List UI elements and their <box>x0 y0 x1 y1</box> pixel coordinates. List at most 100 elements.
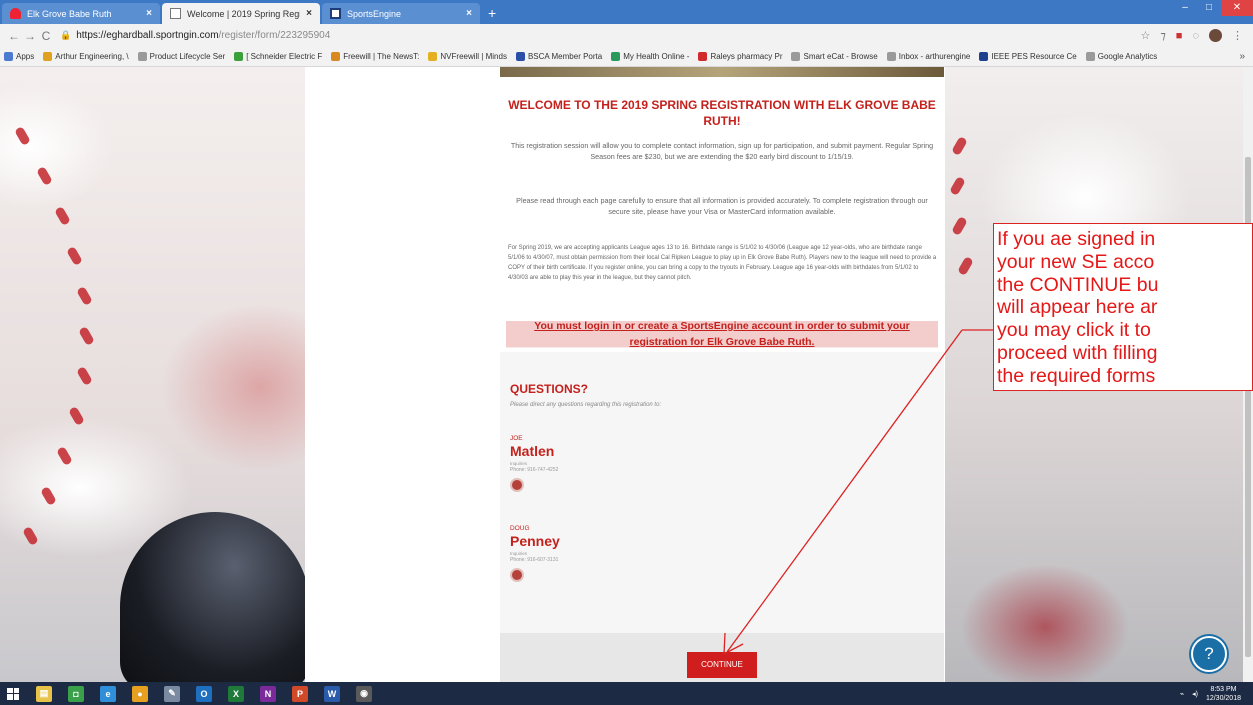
email-icon[interactable] <box>510 568 524 582</box>
taskbar-outlook-icon[interactable]: O <box>190 682 218 705</box>
bookmark-item[interactable]: Inbox - arthurengine <box>886 52 971 61</box>
bookmark-favicon-icon <box>791 52 801 61</box>
reload-icon[interactable]: C <box>38 29 54 43</box>
bookmark-favicon-icon <box>886 52 896 61</box>
tab-close-icon[interactable]: × <box>466 8 472 19</box>
window-controls: – □ ✕ <box>1173 0 1253 16</box>
url-input[interactable]: 🔒 https://eghardball.sportngin.com/regis… <box>60 30 1140 41</box>
bookmark-favicon-icon <box>137 52 147 61</box>
bookmark-item[interactable]: Product Lifecycle Ser <box>137 52 226 61</box>
bookmark-label: Apps <box>16 52 35 61</box>
bookmark-favicon-icon <box>428 52 438 61</box>
bookmark-favicon-icon <box>698 52 708 61</box>
bookmarks-overflow-button[interactable]: » <box>1239 51 1245 62</box>
bookmark-item[interactable]: My Health Online - <box>611 52 689 61</box>
continue-button[interactable]: CONTINUE <box>687 652 757 678</box>
extension-icon[interactable]: ⁊ <box>1160 29 1165 42</box>
outlook-icon: O <box>196 685 212 702</box>
help-button[interactable]: ? <box>1191 636 1227 672</box>
paint-icon: ✎ <box>164 685 180 702</box>
page-title: WELCOME TO THE 2019 SPRING REGISTRATION … <box>508 98 936 128</box>
contact-first-name: DOUG <box>510 525 530 532</box>
bookmark-favicon-icon <box>234 52 244 61</box>
bookmark-item[interactable]: Google Analytics <box>1085 52 1158 61</box>
instructions-text: Please read through each page carefully … <box>516 196 928 216</box>
clock[interactable]: 8:53 PM 12/30/2018 <box>1206 685 1241 703</box>
bookmark-item[interactable]: Apps <box>4 52 34 61</box>
windows-taskbar: ▤ ◘ e ● ✎ O X N P W ◉ ⌁ ◂) 8:53 PM 12/30/2018 <box>0 682 1253 705</box>
network-icon[interactable]: ⌁ <box>1180 690 1184 698</box>
store-icon: ◘ <box>68 685 84 702</box>
tab-title: SportsEngine <box>347 8 402 19</box>
address-bar: ← → C 🔒 https://eghardball.sportngin.com… <box>0 24 1253 47</box>
bookmark-label: Freewill | The NewsT: <box>343 52 420 61</box>
extension-icon[interactable]: ■ <box>1176 30 1183 42</box>
word-icon: W <box>324 685 340 702</box>
extension-icon[interactable]: ◌ <box>1192 30 1199 42</box>
browser-tab-strip: Elk Grove Babe Ruth × Welcome | 2019 Spr… <box>0 0 1253 24</box>
forward-arrow-icon[interactable]: → <box>22 29 38 43</box>
bookmark-item[interactable]: Freewill | The NewsT: <box>331 52 419 61</box>
taskbar-excel-icon[interactable]: X <box>222 682 250 705</box>
contact-role: Inquiries <box>510 461 528 466</box>
annotation-callout: If you ae signed in your new SE acco the… <box>993 223 1253 391</box>
bookmark-label: My Health Online - <box>623 52 690 61</box>
camera-icon: ◉ <box>356 685 372 702</box>
bookmark-label: NVFreewill | Minds <box>440 52 507 61</box>
taskbar-powerpoint-icon[interactable]: P <box>286 682 314 705</box>
start-button[interactable] <box>0 682 26 705</box>
profile-avatar-icon[interactable] <box>1209 29 1222 42</box>
onenote-icon: N <box>260 685 276 702</box>
internet-explorer-icon: e <box>100 685 116 702</box>
contact-role: Inquiries <box>510 551 528 556</box>
tab-close-icon[interactable]: × <box>146 8 152 19</box>
tab-elk-grove-babe-ruth[interactable]: Elk Grove Babe Ruth × <box>2 3 160 24</box>
url-host: https://eghardball.sportngin.com <box>76 30 219 41</box>
taskbar-file-explorer-icon[interactable]: ▤ <box>30 682 58 705</box>
bookmark-label: Google Analytics <box>1097 52 1158 61</box>
new-tab-button[interactable]: + <box>488 3 496 24</box>
sportsengine-icon <box>330 8 341 19</box>
eligibility-text: For Spring 2019, we are accepting applic… <box>508 245 937 281</box>
taskbar-onenote-icon[interactable]: N <box>254 682 282 705</box>
tab-welcome-registration[interactable]: Welcome | 2019 Spring Registra × <box>162 3 320 24</box>
clock-time: 8:53 PM <box>1210 685 1237 693</box>
bookmark-item[interactable]: IEEE PES Resource Ce <box>979 52 1077 61</box>
bookmark-item[interactable]: Smart eCat - Browse <box>791 52 878 61</box>
bookmark-favicon-icon <box>611 52 621 61</box>
bookmark-favicon-icon <box>1085 52 1095 61</box>
taskbar-store-icon[interactable]: ◘ <box>62 682 90 705</box>
powerpoint-icon: P <box>292 685 308 702</box>
volume-icon[interactable]: ◂) <box>1192 690 1198 698</box>
bookmark-item[interactable]: [ Schneider Electric F <box>234 52 322 61</box>
bookmark-label: [ Schneider Electric F <box>246 52 323 61</box>
taskbar-word-icon[interactable]: W <box>318 682 346 705</box>
email-icon[interactable] <box>510 478 524 492</box>
back-arrow-icon[interactable]: ← <box>6 29 22 43</box>
bookmark-item[interactable]: NVFreewill | Minds <box>428 52 507 61</box>
menu-kebab-icon[interactable]: ⋮ <box>1232 29 1243 42</box>
tab-close-icon[interactable]: × <box>306 8 312 19</box>
file-explorer-icon: ▤ <box>36 685 52 702</box>
bookmark-label: Inbox - arthurengine <box>898 52 971 61</box>
maximize-button[interactable]: □ <box>1197 0 1221 16</box>
bookmarks-bar: Apps Arthur Engineering, \ Product Lifecyc… <box>0 47 1253 67</box>
taskbar-chrome-icon[interactable]: ● <box>126 682 154 705</box>
star-icon[interactable]: ☆ <box>1140 29 1150 42</box>
login-notice-link[interactable]: You must login in or create a SportsEngi… <box>506 318 938 350</box>
bookmark-favicon-icon <box>4 52 13 61</box>
bookmark-label: IEEE PES Resource Ce <box>991 52 1077 61</box>
bookmark-label: Product Lifecycle Ser <box>149 52 226 61</box>
minimize-button[interactable]: – <box>1173 0 1197 16</box>
tab-sportsengine[interactable]: SportsEngine × <box>322 3 480 24</box>
bookmark-item[interactable]: Raleys pharmacy Pr <box>698 52 782 61</box>
questions-subtext: Please direct any questions regarding th… <box>510 402 662 408</box>
bookmark-item[interactable]: Arthur Engineering, \ <box>43 52 129 61</box>
taskbar-internet-explorer-icon[interactable]: e <box>94 682 122 705</box>
taskbar-paint-icon[interactable]: ✎ <box>158 682 186 705</box>
close-window-button[interactable]: ✕ <box>1221 0 1253 16</box>
url-path: /register/form/223295904 <box>218 30 331 41</box>
bookmark-item[interactable]: BSCA Member Porta <box>515 52 602 61</box>
taskbar-camera-icon[interactable]: ◉ <box>350 682 378 705</box>
red-figure-icon <box>10 8 21 19</box>
